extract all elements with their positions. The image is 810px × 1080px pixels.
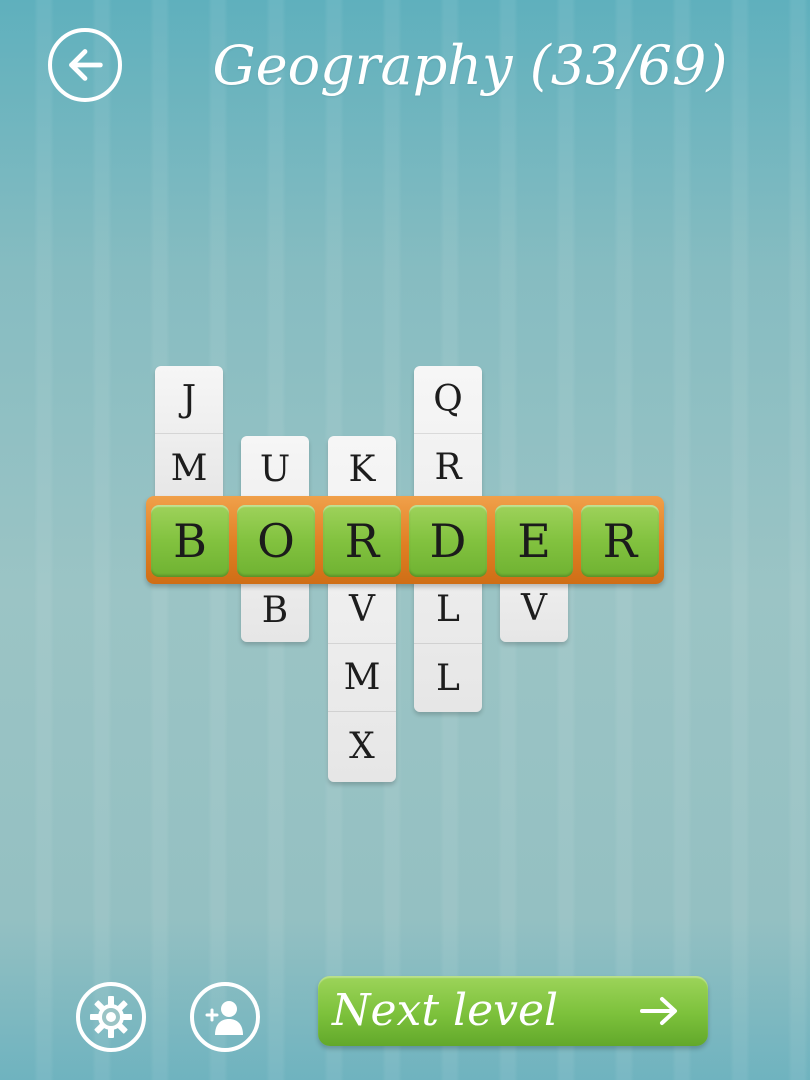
- letter-tile[interactable]: L: [414, 576, 482, 644]
- word-letter-tile[interactable]: B: [151, 505, 229, 577]
- letter-tile[interactable]: R: [414, 434, 482, 502]
- puzzle-board: J M U B K V M X Q R L L V B O R D E R: [0, 0, 810, 1080]
- letter-tile[interactable]: M: [328, 644, 396, 712]
- letter-tile[interactable]: M: [155, 434, 223, 502]
- word-letter-tile[interactable]: R: [581, 505, 659, 577]
- letter-tile[interactable]: B: [241, 576, 309, 644]
- letter-tile[interactable]: V: [328, 576, 396, 644]
- letter-column-4[interactable]: Q R L L: [414, 366, 482, 712]
- letter-tile[interactable]: K: [328, 436, 396, 504]
- letter-column-3[interactable]: K V M X: [328, 436, 396, 782]
- letter-tile[interactable]: U: [241, 436, 309, 504]
- letter-column-2[interactable]: U B: [241, 436, 309, 642]
- arrow-right-icon: [640, 997, 677, 1025]
- add-friend-button[interactable]: [190, 982, 260, 1052]
- letter-tile[interactable]: Q: [414, 366, 482, 434]
- back-button[interactable]: [48, 28, 122, 102]
- settings-button[interactable]: [76, 982, 146, 1052]
- level-title: Geography (33/69): [212, 34, 728, 97]
- letter-tile[interactable]: J: [155, 366, 223, 434]
- gear-icon: [90, 996, 132, 1038]
- next-level-button[interactable]: Next level: [318, 976, 708, 1046]
- add-user-icon: [205, 1001, 243, 1035]
- letter-tile[interactable]: L: [414, 644, 482, 712]
- arrow-left-icon: [69, 49, 103, 81]
- letter-column-5[interactable]: V: [500, 506, 568, 642]
- letter-tile[interactable]: V: [500, 574, 568, 642]
- next-level-label: Next level: [332, 985, 559, 1036]
- letter-tile[interactable]: X: [328, 712, 396, 780]
- word-row: [146, 496, 664, 584]
- letter-column-1[interactable]: J M: [155, 366, 223, 506]
